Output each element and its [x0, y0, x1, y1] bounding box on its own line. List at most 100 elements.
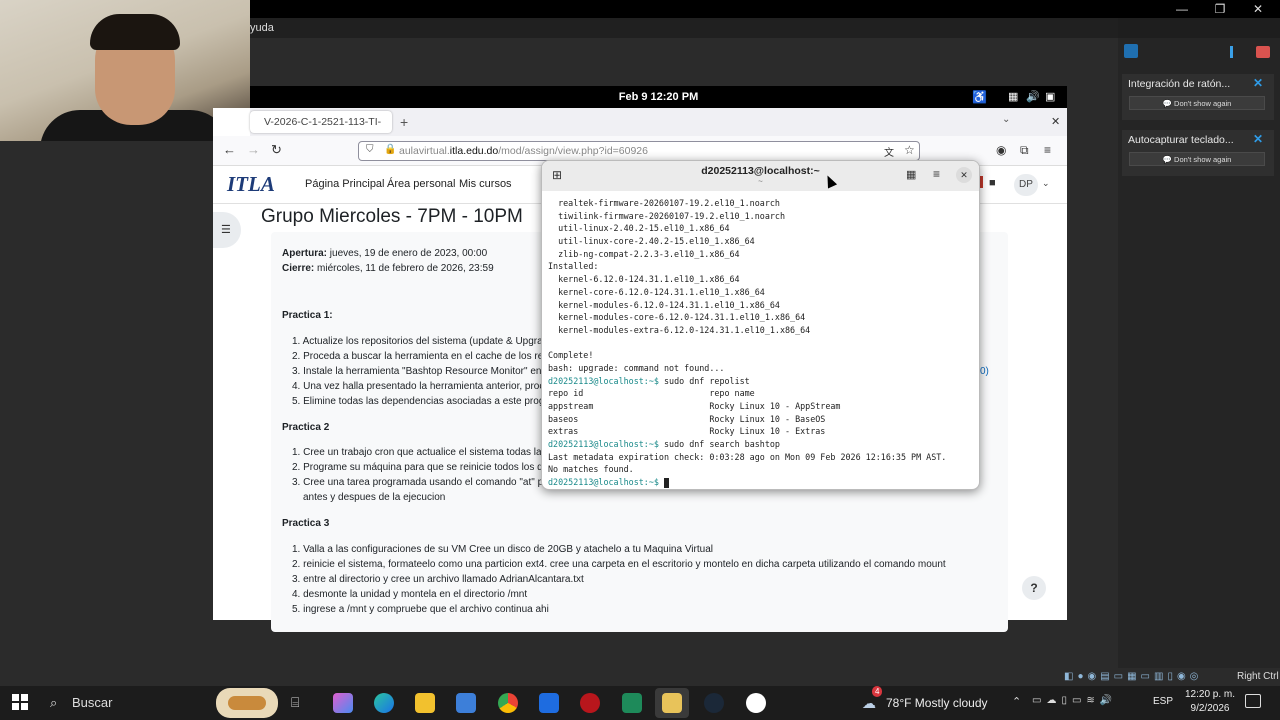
terminal-line: bash: upgrade: command not found...	[548, 362, 978, 375]
list-item: 1. Actualize los repositorios del sistem…	[292, 336, 543, 347]
menu-help[interactable]: yuda	[250, 22, 274, 34]
steam-icon[interactable]	[704, 693, 724, 713]
terminal-text: repo id repo name	[548, 388, 755, 399]
bookmark-star-icon[interactable]: ☆	[904, 143, 915, 157]
tab-list-icon[interactable]: ⌄	[1002, 114, 1010, 125]
terminal-line: Complete!	[548, 349, 978, 362]
list-item: 3. entre al directorio y cree un archivo…	[292, 574, 584, 585]
help-button[interactable]: ?	[1022, 576, 1046, 600]
panel-settings-icon[interactable]	[1256, 46, 1270, 58]
terminal-text: bash: upgrade: command not found...	[548, 362, 725, 373]
reload-icon[interactable]: ↻	[271, 142, 282, 158]
app-icon[interactable]	[580, 693, 600, 713]
section-heading: Practica 2	[282, 422, 330, 433]
panel-layout-icon[interactable]	[1230, 46, 1242, 58]
nav-my-courses[interactable]: Mis cursos	[459, 178, 512, 190]
terminal-menu-icon[interactable]: ≡	[933, 167, 940, 181]
list-item: 2. reinicie el sistema, formateelo como …	[292, 559, 946, 570]
back-icon[interactable]: ←	[223, 142, 236, 157]
url-domain: itla.edu.do	[449, 145, 499, 157]
battery-icon[interactable]: ▣	[1045, 90, 1055, 103]
language-indicator[interactable]: ESP	[1153, 696, 1173, 707]
itla-logo[interactable]: ITLA	[227, 172, 275, 197]
accessibility-icon[interactable]: ♿	[972, 90, 987, 104]
terminal-line: kernel-modules-core-6.12.0-124.31.1.el10…	[548, 311, 978, 324]
browser-tab[interactable]: V-2026-C-1-2521-113-TI-✕	[250, 111, 392, 150]
weather-widget[interactable]: ☁ 4 78°F Mostly cloudy	[862, 686, 1002, 714]
shield-icon[interactable]: ⛉	[366, 144, 374, 155]
close-icon[interactable]: ✕	[1253, 132, 1263, 146]
list-item: 2. Programe su máquina para que se reini…	[292, 462, 543, 473]
list-item: 1. Cree un trabajo cron que actualice el…	[292, 447, 542, 458]
terminal-output[interactable]: realtek-firmware-20260107-19.2.el10_1.no…	[548, 197, 978, 489]
terminal-text: Installed:	[548, 261, 599, 272]
mail-icon[interactable]	[456, 693, 476, 713]
terminal-text: kernel-6.12.0-124.31.1.el10_1.x86_64	[548, 274, 740, 285]
weather-text: 78°F Mostly cloudy	[886, 696, 988, 710]
weather-badge: 4	[872, 686, 883, 697]
translate-icon[interactable]: 文	[884, 144, 894, 159]
show-hidden-icons-icon[interactable]: ⌃	[1012, 695, 1021, 708]
terminal-text: baseos Rocky Linux 10 - BaseOS	[548, 413, 826, 424]
messages-icon[interactable]: ■	[989, 177, 996, 189]
nav-home[interactable]: Página Principal	[305, 178, 385, 190]
dont-show-again-button[interactable]: 💬 Don't show again	[1129, 152, 1265, 166]
terminal-text: sudo dnf search bashtop	[658, 439, 780, 450]
list-icon: ☰	[221, 224, 231, 236]
terminal-prompt: d20252113@localhost:~$	[548, 439, 659, 450]
edge-icon[interactable]	[374, 693, 394, 713]
app-icon[interactable]	[622, 693, 642, 713]
page-title: Grupo Miercoles - 7PM - 10PM	[261, 206, 523, 227]
terminal-text: zlib-ng-compat-2.2.3-3.el10_1.x86_64	[548, 248, 740, 259]
maximize-button[interactable]: ❐	[1200, 1, 1240, 17]
host-key-label: Right Ctrl	[1237, 671, 1279, 682]
section-heading: Practica 3	[282, 518, 330, 529]
nav-dashboard[interactable]: Área personal	[387, 178, 456, 190]
forward-icon[interactable]: →	[247, 142, 260, 157]
account-icon[interactable]: ◉	[996, 143, 1006, 157]
tab-overview-icon[interactable]: ▦	[906, 168, 916, 181]
notification-icon[interactable]	[1124, 44, 1138, 58]
copilot-icon[interactable]	[333, 693, 353, 713]
list-item: 3. Cree una tarea programada usando el c…	[292, 477, 544, 488]
terminal-line: Last metadata expiration check: 0:03:28 …	[548, 451, 978, 464]
chrome-icon[interactable]	[498, 693, 518, 713]
task-view-icon[interactable]: ⌸	[291, 694, 299, 711]
terminal-cursor	[663, 477, 669, 488]
app-icon[interactable]	[539, 693, 559, 713]
lock-icon[interactable]: 🔒	[384, 144, 396, 155]
terminal-line: kernel-6.12.0-124.31.1.el10_1.x86_64	[548, 273, 978, 286]
list-item-continuation: antes y despues de la ejecucion	[303, 492, 446, 503]
file-explorer-icon[interactable]	[415, 693, 435, 713]
terminal-text: realtek-firmware-20260107-19.2.el10_1.no…	[548, 198, 780, 208]
volume-icon[interactable]: 🔊	[1026, 90, 1040, 103]
dont-show-again-button[interactable]: 💬 Don't show again	[1129, 96, 1265, 110]
minimize-button[interactable]: —	[1162, 1, 1202, 17]
taskbar-clock[interactable]: 12:20 p. m. 9/2/2026	[1180, 688, 1240, 716]
new-tab-button[interactable]: +	[400, 114, 408, 130]
close-button[interactable]: ✕	[1238, 1, 1278, 17]
start-button[interactable]	[12, 694, 28, 710]
guest-clock[interactable]: Feb 9 12:20 PM	[619, 91, 698, 103]
vbox-status-icons[interactable]: ◧●◉▤▭▦▭▥▯◉◎	[1064, 668, 1202, 686]
notification-center-icon[interactable]	[1245, 694, 1261, 708]
terminal-line: repo id repo name	[548, 387, 978, 400]
browser-close-icon[interactable]: ✕	[1051, 115, 1060, 128]
url-bar[interactable]: aulavirtual.itla.edu.do/mod/assign/view.…	[358, 141, 920, 161]
user-menu-chevron-icon[interactable]: ⌄	[1042, 178, 1050, 189]
extensions-icon[interactable]: ⧉	[1020, 143, 1029, 158]
tray-icons[interactable]: ▭☁▯▭≋🔊	[1032, 695, 1117, 706]
terminal-text: kernel-core-6.12.0-124.31.1.el10_1.x86_6…	[548, 286, 765, 297]
app-icon[interactable]	[746, 693, 766, 713]
terminal-line: d20252113@localhost:~$ sudo dnf repolist	[548, 375, 978, 388]
taskbar-search[interactable]: ⌕ Buscar	[44, 690, 214, 716]
menu-icon[interactable]: ≡	[1044, 143, 1051, 157]
avatar[interactable]: DP	[1014, 174, 1038, 196]
terminal-window[interactable]: ⊞ d20252113@localhost:~ ~ ▦ ≡ ✕ realtek-…	[541, 160, 980, 490]
network-icon[interactable]: ▦	[1008, 90, 1018, 103]
widgets-icon[interactable]	[216, 688, 278, 718]
terminal-text: util-linux-core-2.40.2-15.el10_1.x86_64	[548, 236, 755, 247]
virtualbox-taskbar-button[interactable]	[655, 688, 689, 718]
terminal-close-icon[interactable]: ✕	[956, 167, 972, 183]
close-icon[interactable]: ✕	[1253, 76, 1263, 90]
